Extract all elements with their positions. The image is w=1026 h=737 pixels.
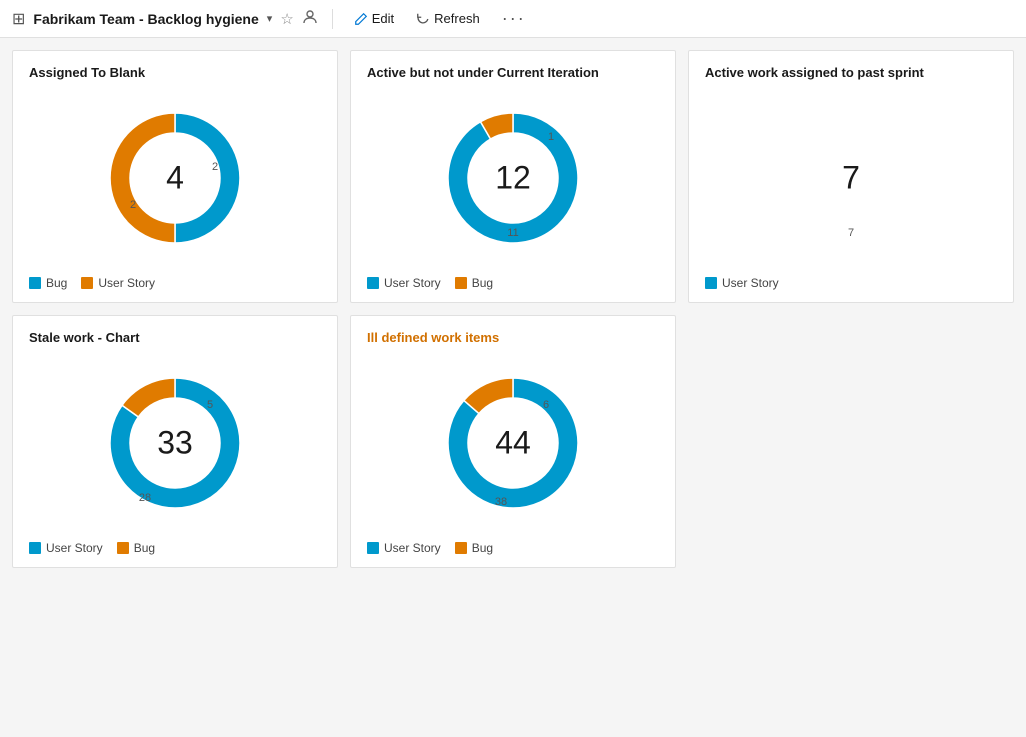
legend-item: User Story bbox=[367, 276, 441, 290]
refresh-icon bbox=[416, 12, 430, 26]
chart-title: Assigned To Blank bbox=[29, 65, 321, 80]
topbar: ⊞ Fabrikam Team - Backlog hygiene ▾ ☆ Ed… bbox=[0, 0, 1026, 38]
chart-legend: User Story bbox=[705, 276, 997, 290]
legend-item: User Story bbox=[29, 541, 103, 555]
legend-color bbox=[455, 277, 467, 289]
donut-chart: 11112 bbox=[433, 98, 593, 258]
legend-color bbox=[117, 542, 129, 554]
legend-item: Bug bbox=[455, 276, 493, 290]
chart-title: Active work assigned to past sprint bbox=[705, 65, 997, 80]
legend-label: User Story bbox=[384, 276, 441, 290]
svg-text:7: 7 bbox=[848, 227, 854, 239]
chart-title: Ill defined work items bbox=[367, 330, 659, 345]
legend-label: Bug bbox=[472, 276, 493, 290]
chart-legend: User Story Bug bbox=[29, 541, 321, 555]
legend-color bbox=[29, 277, 41, 289]
legend-label: User Story bbox=[384, 541, 441, 555]
legend-label: User Story bbox=[98, 276, 155, 290]
chart-card-ill-defined-work-items: Ill defined work items38644User StoryBug bbox=[350, 315, 676, 568]
chart-area: 28533 bbox=[29, 353, 321, 533]
legend-color bbox=[705, 277, 717, 289]
svg-text:2: 2 bbox=[130, 199, 136, 211]
legend-item: User Story bbox=[705, 276, 779, 290]
person-icon[interactable] bbox=[302, 9, 318, 29]
page-title: Fabrikam Team - Backlog hygiene bbox=[33, 11, 258, 27]
chart-legend: User Story Bug bbox=[367, 541, 659, 555]
separator bbox=[332, 9, 333, 29]
legend-label: Bug bbox=[134, 541, 155, 555]
chart-area: 11112 bbox=[367, 88, 659, 268]
legend-color bbox=[29, 542, 41, 554]
legend-color bbox=[455, 542, 467, 554]
donut-chart: 38644 bbox=[433, 363, 593, 523]
legend-item: Bug bbox=[29, 276, 67, 290]
svg-text:5: 5 bbox=[207, 399, 213, 411]
legend-item: Bug bbox=[455, 541, 493, 555]
donut-chart: 77 bbox=[771, 98, 931, 258]
chart-card-active-not-current-iteration: Active but not under Current Iteration11… bbox=[350, 50, 676, 303]
legend-label: User Story bbox=[722, 276, 779, 290]
chart-area: 224 bbox=[29, 88, 321, 268]
refresh-button[interactable]: Refresh bbox=[409, 8, 487, 29]
svg-text:2: 2 bbox=[212, 161, 218, 173]
chart-card-stale-work-chart: Stale work - Chart28533User StoryBug bbox=[12, 315, 338, 568]
chart-area: 77 bbox=[705, 88, 997, 268]
legend-color bbox=[81, 277, 93, 289]
legend-color bbox=[367, 542, 379, 554]
svg-text:28: 28 bbox=[139, 492, 151, 504]
more-button[interactable]: ··· bbox=[495, 5, 533, 32]
edit-button[interactable]: Edit bbox=[347, 8, 401, 29]
chart-card-assigned-to-blank: Assigned To Blank224BugUser Story bbox=[12, 50, 338, 303]
chart-legend: Bug User Story bbox=[29, 276, 321, 290]
chart-card-active-past-sprint: Active work assigned to past sprint 77 Use… bbox=[688, 50, 1014, 303]
legend-item: User Story bbox=[367, 541, 441, 555]
chart-title: Stale work - Chart bbox=[29, 330, 321, 345]
star-icon[interactable]: ☆ bbox=[280, 10, 293, 28]
legend-color bbox=[367, 277, 379, 289]
edit-icon bbox=[354, 12, 368, 26]
svg-text:6: 6 bbox=[543, 399, 549, 411]
svg-text:11: 11 bbox=[507, 227, 518, 239]
legend-label: User Story bbox=[46, 541, 103, 555]
svg-text:38: 38 bbox=[495, 496, 507, 508]
chart-area: 38644 bbox=[367, 353, 659, 533]
svg-text:1: 1 bbox=[548, 131, 554, 143]
chart-title: Active but not under Current Iteration bbox=[367, 65, 659, 80]
donut-chart: 224 bbox=[95, 98, 255, 258]
dashboard: Assigned To Blank224BugUser StoryActive … bbox=[0, 38, 1026, 580]
legend-label: Bug bbox=[46, 276, 67, 290]
legend-item: User Story bbox=[81, 276, 155, 290]
grid-icon: ⊞ bbox=[12, 9, 25, 29]
donut-chart: 28533 bbox=[95, 363, 255, 523]
legend-item: Bug bbox=[117, 541, 155, 555]
chevron-down-icon[interactable]: ▾ bbox=[267, 12, 273, 25]
chart-legend: User Story Bug bbox=[367, 276, 659, 290]
legend-label: Bug bbox=[472, 541, 493, 555]
